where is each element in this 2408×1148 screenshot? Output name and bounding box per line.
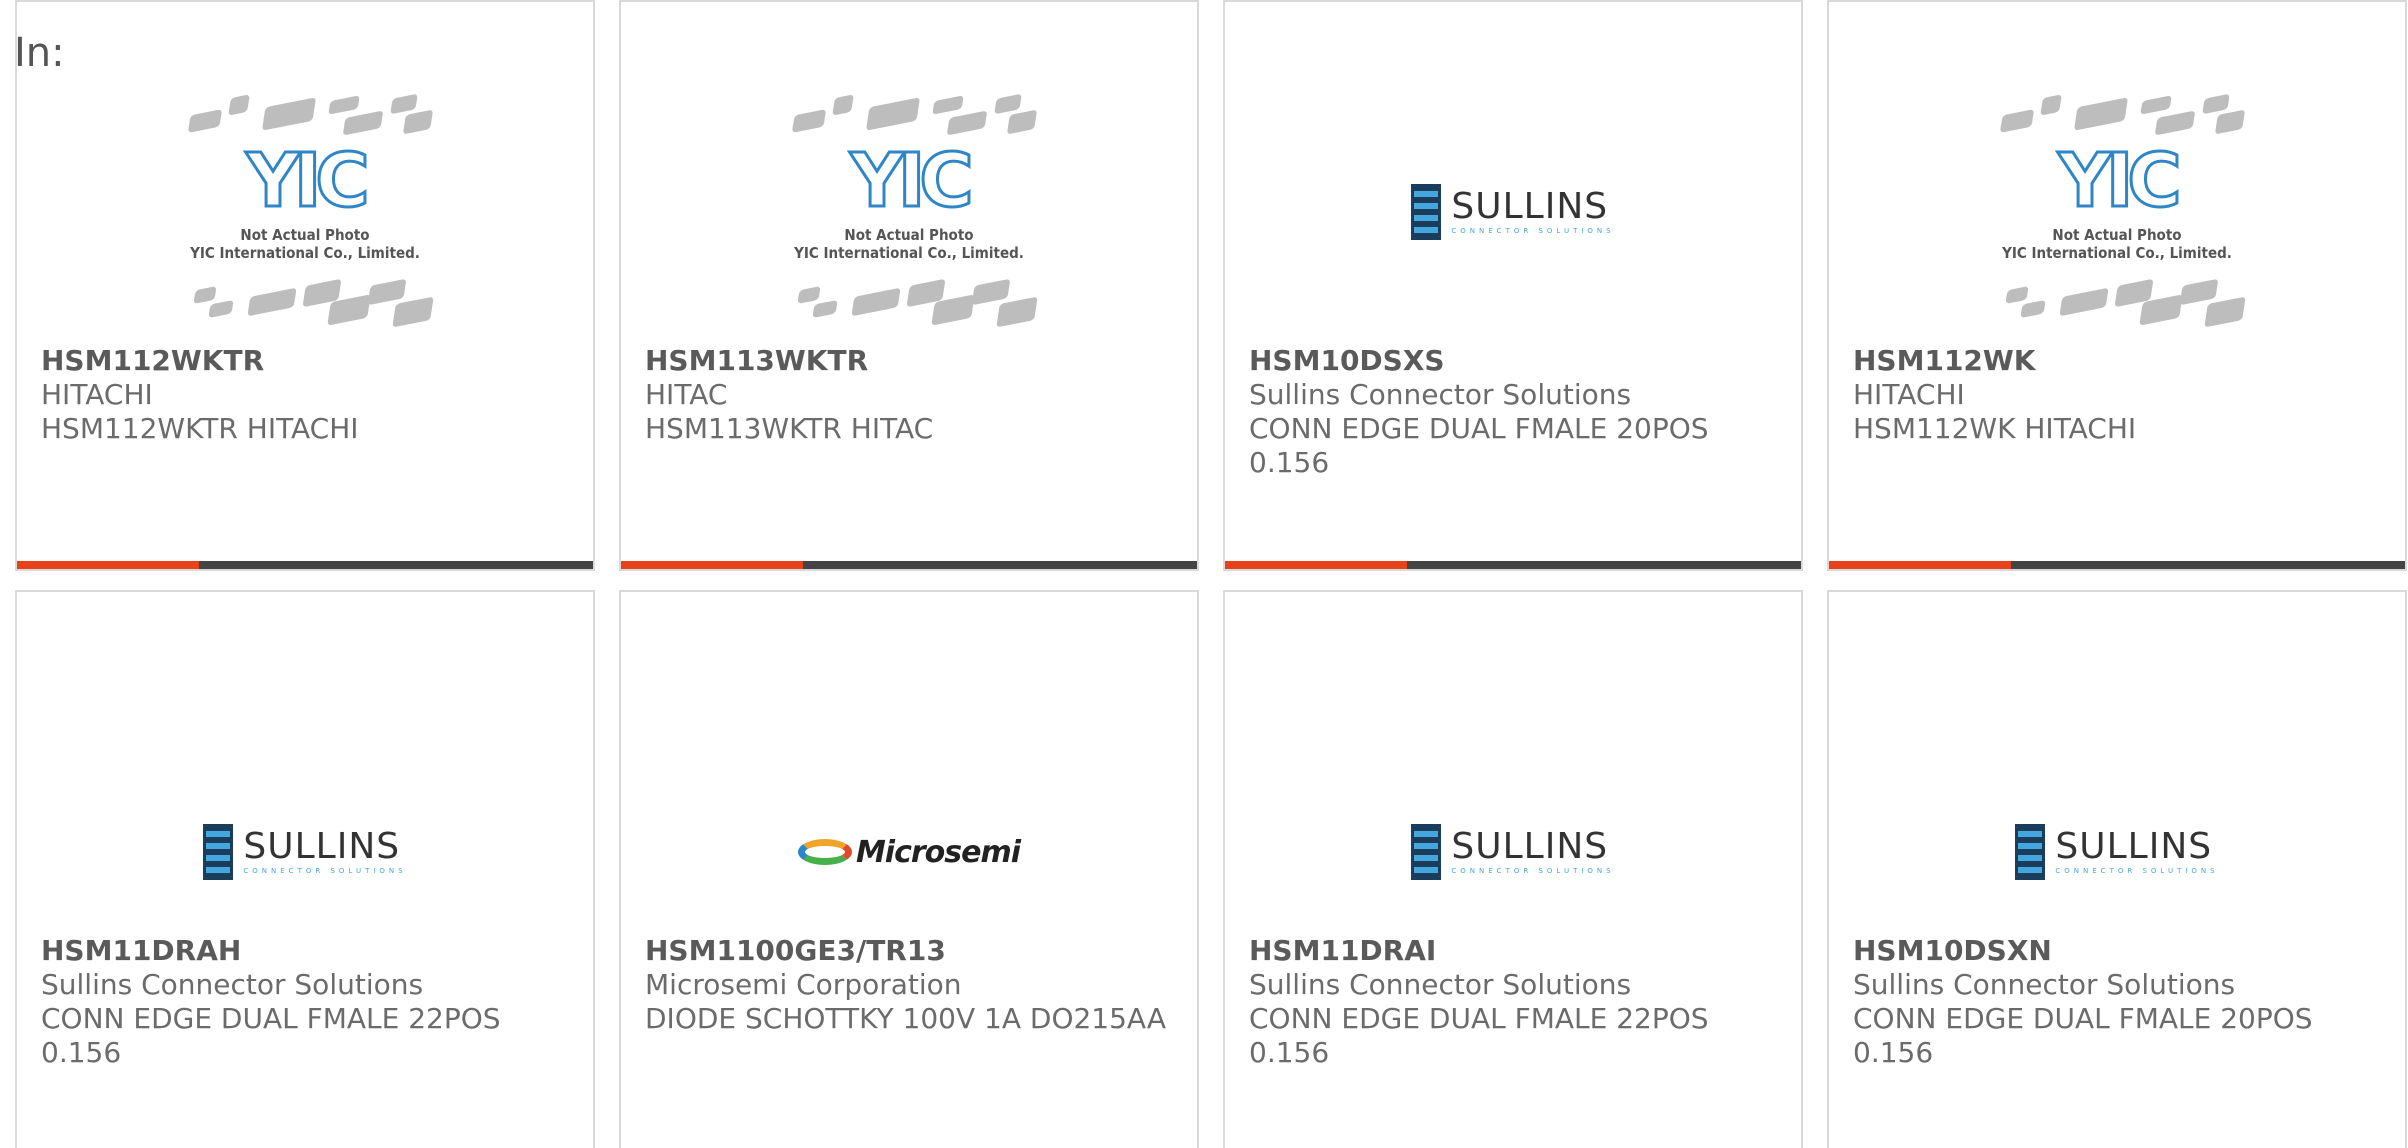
not-actual-photo-caption: Not Actual Photo YIC International Co., … [2002,226,2232,262]
card-footer-bar [1225,561,1801,569]
manufacturer: Microsemi Corporation [645,968,962,1001]
manufacturer: Sullins Connector Solutions [1249,968,1632,1001]
product-card[interactable]: YIC Not Actual Photo YIC International C… [619,0,1199,571]
description: CONN EDGE DUAL FMALE 20POS 0.156 [1249,412,1709,479]
product-card[interactable]: SULLINS CONNECTOR SOLUTIONS HSM11DRAH Su… [15,590,595,1148]
manufacturer: HITACHI [41,378,153,411]
product-card[interactable]: Microsemi HSM1100GE3/TR13 Microsemi Corp… [619,590,1199,1148]
in-label: In: [14,30,65,76]
manufacturer: HITACHI [1853,378,1965,411]
product-image[interactable]: YIC Not Actual Photo YIC International C… [621,82,1197,342]
part-number-link[interactable]: HSM113WKTR [645,344,1177,378]
yic-logo: YIC [245,138,371,224]
part-number-link[interactable]: HSM11DRAH [41,934,573,968]
product-card[interactable]: SULLINS CONNECTOR SOLUTIONS HSM10DSXS Su… [1223,0,1803,571]
sullins-logo: SULLINS CONNECTOR SOLUTIONS [203,824,406,880]
description: CONN EDGE DUAL FMALE 22POS 0.156 [1249,1002,1709,1069]
microsemi-logo: Microsemi [797,835,1021,870]
product-image[interactable]: YIC Not Actual Photo YIC International C… [17,82,593,342]
description: HSM112WKTR HITACHI [41,412,359,445]
product-card[interactable]: YIC Not Actual Photo YIC International C… [1827,0,2407,571]
card-footer-bar [1829,561,2405,569]
yic-placeholder-image: YIC Not Actual Photo YIC International C… [170,92,440,332]
description: CONN EDGE DUAL FMALE 22POS 0.156 [41,1002,501,1069]
manufacturer: Sullins Connector Solutions [1249,378,1632,411]
product-grid: YIC Not Actual Photo YIC International C… [0,0,2408,1148]
part-number-link[interactable]: HSM10DSXS [1249,344,1781,378]
microsemi-ring-icon [797,839,852,865]
product-card[interactable]: SULLINS CONNECTOR SOLUTIONS HSM11DRAI Su… [1223,590,1803,1148]
sullins-logo: SULLINS CONNECTOR SOLUTIONS [2015,824,2218,880]
card-footer-bar [621,561,1197,569]
yic-logo: YIC [849,138,975,224]
description: CONN EDGE DUAL FMALE 20POS 0.156 [1853,1002,2313,1069]
manufacturer: HITAC [645,378,728,411]
not-actual-photo-caption: Not Actual Photo YIC International Co., … [190,226,420,262]
product-image[interactable]: SULLINS CONNECTOR SOLUTIONS [1225,82,1801,342]
manufacturer: Sullins Connector Solutions [41,968,424,1001]
sullins-logo: SULLINS CONNECTOR SOLUTIONS [1411,824,1614,880]
part-number-link[interactable]: HSM112WKTR [41,344,573,378]
part-number-link[interactable]: HSM10DSXN [1853,934,2385,968]
description: HSM112WK HITACHI [1853,412,2137,445]
sullins-logo: SULLINS CONNECTOR SOLUTIONS [1411,184,1614,240]
part-number-link[interactable]: HSM112WK [1853,344,2385,378]
product-image[interactable]: YIC Not Actual Photo YIC International C… [1829,82,2405,342]
card-footer-bar [17,561,593,569]
yic-placeholder-image: YIC Not Actual Photo YIC International C… [1982,92,2252,332]
manufacturer: Sullins Connector Solutions [1853,968,2236,1001]
description: DIODE SCHOTTKY 100V 1A DO215AA [645,1002,1167,1035]
description: HSM113WKTR HITAC [645,412,934,445]
product-card[interactable]: SULLINS CONNECTOR SOLUTIONS HSM10DSXN Su… [1827,590,2407,1148]
not-actual-photo-caption: Not Actual Photo YIC International Co., … [794,226,1024,262]
part-number-link[interactable]: HSM1100GE3/TR13 [645,934,1177,968]
part-number-link[interactable]: HSM11DRAI [1249,934,1781,968]
product-card[interactable]: YIC Not Actual Photo YIC International C… [15,0,595,571]
yic-logo: YIC [2057,138,2183,224]
yic-placeholder-image: YIC Not Actual Photo YIC International C… [774,92,1044,332]
